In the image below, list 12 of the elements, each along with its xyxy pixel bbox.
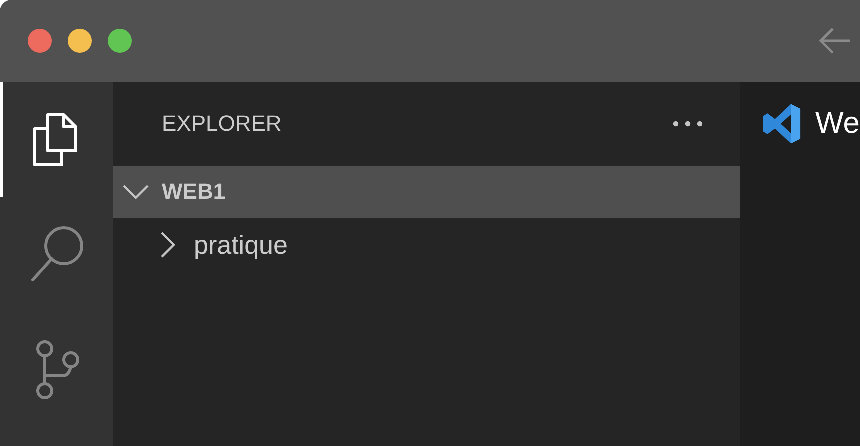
search-icon (30, 226, 86, 284)
folder-section-header[interactable]: WEB1 (113, 166, 740, 218)
zoom-window-button[interactable] (108, 29, 132, 53)
back-arrow-icon[interactable] (818, 27, 852, 55)
tree-item[interactable]: pratique (113, 218, 740, 272)
sidebar-title: EXPLORER (162, 111, 283, 137)
source-control-icon (35, 340, 81, 400)
more-actions-icon[interactable] (672, 120, 704, 128)
editor-tab-title: We (816, 107, 860, 141)
minimize-window-button[interactable] (68, 29, 92, 53)
close-window-button[interactable] (28, 29, 52, 53)
editor-logo-icon (763, 102, 801, 146)
